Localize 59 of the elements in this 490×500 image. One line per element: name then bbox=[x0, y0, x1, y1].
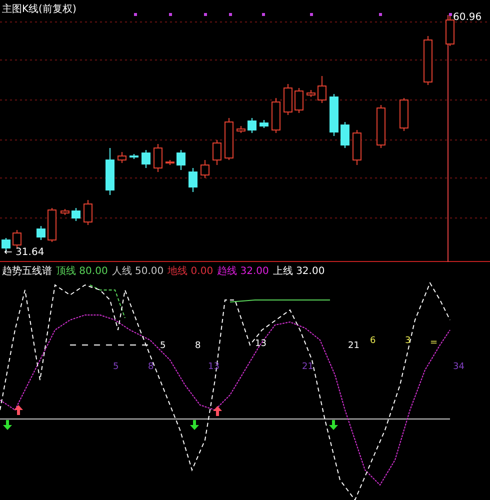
candlestick bbox=[188, 168, 198, 192]
candlestick bbox=[48, 208, 56, 242]
candlestick bbox=[130, 154, 138, 160]
candlestick bbox=[72, 208, 80, 222]
arrow-down-icon bbox=[329, 420, 338, 430]
arrow-down-icon bbox=[3, 420, 12, 430]
candlestick bbox=[352, 130, 362, 166]
candlestick bbox=[330, 94, 338, 136]
cycle-number: 21 bbox=[348, 340, 360, 352]
cycle-number: 13 bbox=[255, 338, 266, 350]
candlestick bbox=[318, 76, 326, 104]
arrow-up-icon bbox=[213, 406, 222, 416]
legend-item: 人线 50.00 bbox=[112, 264, 164, 278]
candlestick bbox=[36, 226, 46, 240]
candlestick bbox=[224, 118, 234, 160]
price-label: 60.96 bbox=[453, 12, 482, 23]
candlestick bbox=[142, 150, 150, 168]
candlestick bbox=[12, 230, 22, 248]
candlestick bbox=[306, 90, 316, 98]
legend-item: 顶线 80.00 bbox=[56, 264, 108, 278]
candlestick bbox=[154, 144, 162, 172]
candlestick bbox=[166, 160, 174, 166]
candlestick bbox=[236, 126, 246, 134]
candlestick bbox=[284, 84, 292, 116]
legend-item: 地线 0.00 bbox=[168, 264, 214, 278]
legend-item: 趋线 32.00 bbox=[217, 264, 269, 278]
price-label: ← 31.64 bbox=[4, 247, 44, 258]
cycle-number: 3 bbox=[405, 335, 411, 347]
candlestick bbox=[376, 104, 386, 148]
arrow-down-icon bbox=[190, 420, 199, 430]
candlestick bbox=[118, 152, 126, 164]
cycle-number: 34 bbox=[453, 361, 464, 373]
cycle-number: 5 bbox=[160, 340, 166, 352]
candlestick bbox=[106, 148, 114, 196]
candlestick bbox=[294, 88, 304, 114]
cycle-number: 6 bbox=[370, 335, 376, 347]
cycle-number: 8 bbox=[148, 361, 154, 373]
legend-item: 上线 32.00 bbox=[272, 264, 325, 278]
candlestick bbox=[446, 14, 454, 46]
cycle-number: 5 bbox=[113, 361, 119, 373]
candlestick bbox=[176, 150, 186, 170]
indicator-name: 趋势五线谱 bbox=[2, 264, 52, 278]
cycle-number: 13 bbox=[208, 361, 220, 373]
candlestick bbox=[84, 200, 92, 226]
candlestick bbox=[248, 118, 256, 134]
candlestick bbox=[260, 120, 268, 128]
candlestick bbox=[212, 140, 222, 166]
candlestick bbox=[200, 160, 210, 178]
cycle-number: 8 bbox=[195, 340, 201, 352]
candlestick bbox=[424, 36, 432, 86]
candlestick bbox=[340, 122, 350, 148]
candlestick bbox=[272, 98, 280, 134]
arrow-up-icon bbox=[14, 405, 23, 415]
candlestick bbox=[2, 238, 10, 252]
cycle-number: = bbox=[430, 337, 438, 349]
cycle-number: 21 bbox=[302, 361, 314, 373]
candlestick bbox=[400, 98, 408, 132]
chart-title: 主图K线(前复权) bbox=[2, 2, 76, 16]
candlestick bbox=[60, 208, 70, 216]
